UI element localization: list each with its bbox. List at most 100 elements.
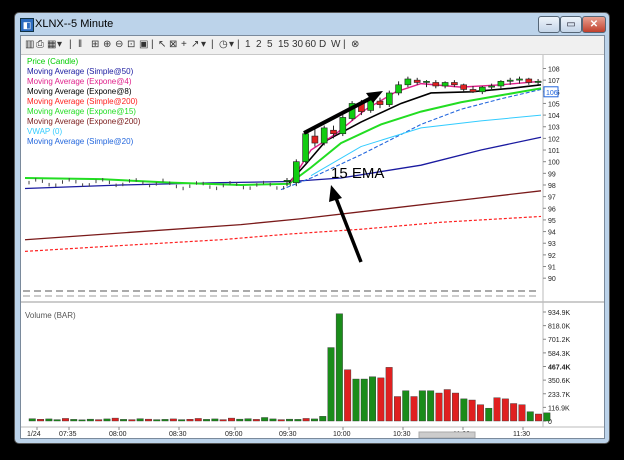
cancel-icon[interactable]: ⊗ — [351, 39, 359, 51]
crosshair-icon[interactable]: ⊡ — [127, 39, 135, 51]
time-tick-label: 10:30 — [393, 431, 411, 438]
dropdown-arrow-icon[interactable]: ▾ — [201, 39, 206, 51]
legend-entry[interactable]: Moving Average (Simple@50) — [27, 67, 133, 76]
price-tick-label: 107 — [548, 78, 560, 85]
volume-bar — [543, 412, 551, 422]
legend-entry[interactable]: Price (Candle) — [27, 57, 78, 66]
volume-bar — [95, 419, 103, 422]
volume-bar — [344, 369, 352, 422]
volume-bar — [535, 413, 542, 422]
candle-body — [469, 89, 477, 93]
price-tick-label: 97 — [548, 195, 556, 202]
separator-icon: | — [343, 39, 346, 50]
cross-cursor-icon[interactable]: + — [181, 39, 187, 51]
volume-bar — [144, 418, 152, 422]
volume-bar — [410, 396, 418, 422]
maximize-button[interactable]: ▭ — [560, 16, 582, 33]
period-daily-button[interactable]: D — [319, 39, 326, 51]
price-tick-label: 104 — [548, 113, 560, 120]
print-icon[interactable]: ⎙ — [36, 39, 44, 51]
candle-body — [534, 81, 542, 83]
price-tick-label: 100 — [548, 160, 560, 167]
price-tick-label: 93 — [548, 241, 556, 248]
volume-bar — [360, 378, 368, 422]
legend-entry[interactable]: Moving Average (Expone@8) — [27, 87, 131, 96]
legend-entry[interactable]: Moving Average (Expone@200) — [27, 117, 140, 126]
candle-body — [330, 129, 337, 135]
horizontal-scrollbar[interactable] — [418, 431, 476, 439]
time-tick-label: 09:30 — [279, 431, 297, 438]
volume-bar — [178, 419, 186, 422]
volume-bar — [111, 417, 119, 422]
pan-icon[interactable]: ⊠ — [169, 39, 177, 51]
dropdown-arrow-icon[interactable]: ▾ — [229, 39, 234, 51]
period-30-button[interactable]: 30 — [292, 39, 303, 51]
candle-body — [413, 79, 421, 83]
price-tick-label: 90 — [548, 276, 556, 283]
candle-body — [525, 78, 533, 83]
compare-icon[interactable]: ‖ — [78, 39, 82, 51]
grid-icon[interactable]: ▦ — [47, 39, 56, 51]
volume-bar — [78, 419, 86, 422]
candle-body — [404, 78, 412, 86]
legend-entry[interactable]: Moving Average (Simple@200) — [27, 97, 138, 106]
app-icon: ◧ — [20, 18, 34, 32]
volume-panel-label: Volume (BAR) — [25, 311, 76, 320]
candle-body — [311, 135, 319, 144]
close-button[interactable]: ✕ — [582, 16, 606, 33]
volume-tick-label: 584.3K — [548, 351, 571, 358]
candle-body — [283, 180, 291, 182]
volume-bar — [460, 398, 468, 422]
chart-area[interactable]: 108 107 106 105 104 103 102 101 100 99 98 97 96 95 94 9… — [21, 55, 604, 439]
period-5-button[interactable]: 5 — [267, 39, 273, 51]
legend-entry[interactable]: Moving Average (Expone@15) — [27, 107, 136, 116]
time-tick-label: 08:00 — [109, 431, 127, 438]
volume-bar — [435, 392, 443, 422]
cursor-icon[interactable]: ↖ — [158, 39, 166, 51]
volume-bar — [377, 377, 385, 422]
period-weekly-button[interactable]: W — [331, 39, 340, 51]
candle-body — [376, 100, 384, 105]
volume-tick-label: 818.0K — [548, 324, 571, 331]
chart-window: ◧ XLNX--5 Minute – ▭ ✕ ▥ ⎙ ▦ ▾ | ‖ ⊞ ⊕ ⊖… — [14, 12, 610, 444]
legend-entry[interactable]: Moving Average (Simple@20) — [27, 137, 133, 146]
legend-entry[interactable]: Moving Average (Expone@4) — [27, 77, 131, 86]
volume-tick-label: 701.2K — [548, 337, 571, 344]
volume-bar — [526, 411, 534, 422]
clock-icon[interactable]: ◷ — [219, 39, 228, 51]
zoom-in-icon[interactable]: ⊕ — [103, 39, 111, 51]
dropdown-arrow-icon[interactable]: ▾ — [57, 39, 62, 51]
price-tick-label: 91 — [548, 265, 556, 272]
volume-bar — [86, 418, 94, 422]
period-60-button[interactable]: 60 — [305, 39, 316, 51]
candle-body — [432, 82, 440, 87]
volume-bar — [244, 418, 252, 422]
volume-bar — [418, 390, 426, 422]
title-bar[interactable]: ◧ XLNX--5 Minute – ▭ ✕ — [15, 13, 609, 35]
trendline-icon[interactable]: ↗ — [191, 39, 199, 51]
zoom-fit-icon[interactable]: ⊞ — [91, 39, 99, 51]
chart-client-area: ▥ ⎙ ▦ ▾ | ‖ ⊞ ⊕ ⊖ ⊡ ▣ | ↖ ⊠ + ↗ ▾ | ◷ ▾ … — [20, 35, 605, 439]
period-2-button[interactable]: 2 — [256, 39, 262, 51]
separator-icon: | — [69, 39, 72, 50]
zoom-out-icon[interactable]: ⊖ — [115, 39, 123, 51]
chart-toolbar: ▥ ⎙ ▦ ▾ | ‖ ⊞ ⊕ ⊖ ⊡ ▣ | ↖ ⊠ + ↗ ▾ | ◷ ▾ … — [21, 36, 604, 55]
price-tick-label: 99 — [548, 171, 556, 178]
legend-entry[interactable]: VWAP (0) — [27, 127, 62, 136]
time-tick-label: 08:30 — [169, 431, 187, 438]
volume-bar — [153, 419, 161, 422]
period-1-button[interactable]: 1 — [245, 39, 251, 51]
volume-tick-label: 934.9K — [548, 310, 571, 317]
bar-style-icon[interactable]: ▥ — [25, 39, 34, 51]
volume-bar — [468, 399, 476, 422]
volume-bar — [510, 403, 518, 422]
period-15-button[interactable]: 15 — [278, 39, 289, 51]
volume-bar — [103, 418, 111, 422]
volume-bar — [53, 419, 61, 422]
candle-body — [302, 133, 309, 162]
volume-bar — [427, 390, 435, 422]
minimize-button[interactable]: – — [538, 16, 560, 33]
draw-tools-icon[interactable]: ▣ — [139, 39, 148, 51]
volume-tick-label: 116.9K — [548, 405, 570, 412]
candle-body — [506, 79, 514, 82]
